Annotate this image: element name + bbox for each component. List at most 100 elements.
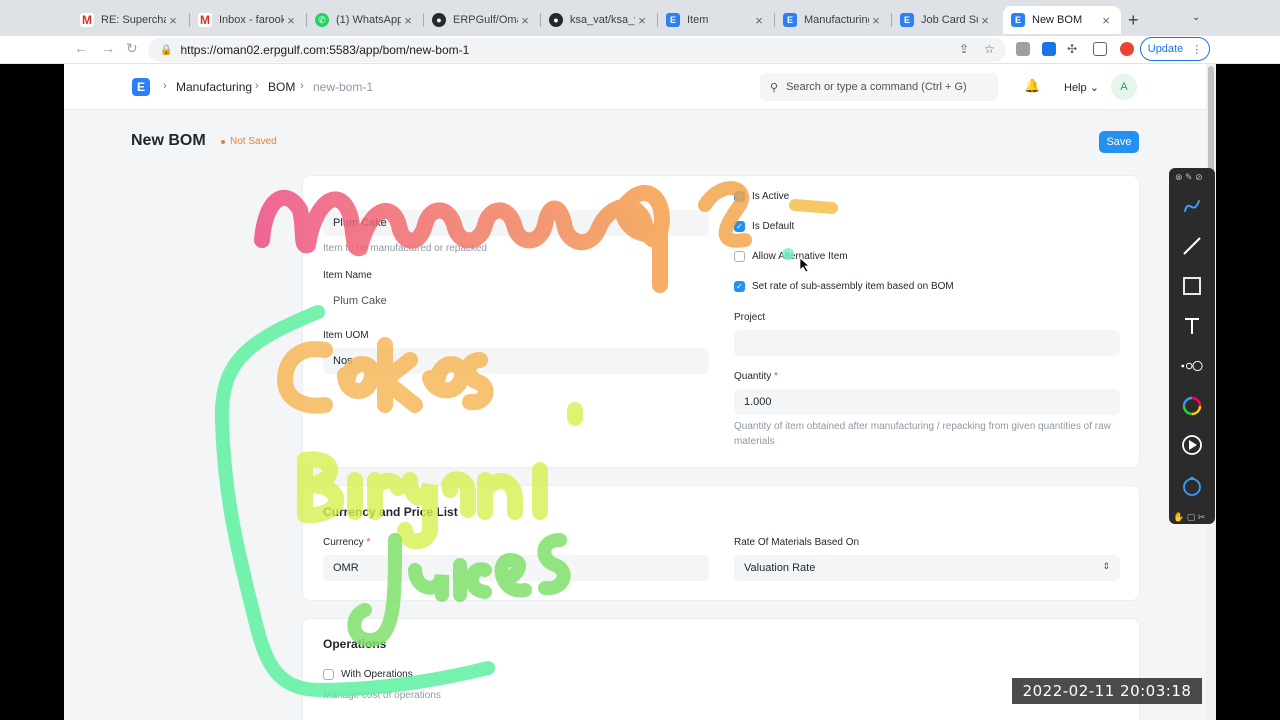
browser-tab-active[interactable]: E New BOM × xyxy=(1003,6,1121,34)
pen-tool-icon[interactable] xyxy=(1180,194,1204,218)
puzzle-icon[interactable]: ✣ xyxy=(1067,42,1077,56)
close-icon[interactable]: × xyxy=(635,13,649,28)
is-active-checkbox[interactable]: ✓ Is Active xyxy=(734,191,789,202)
select-arrows-icon: ⇕ xyxy=(1102,561,1110,571)
currency-value: OMR xyxy=(333,562,359,574)
is-default-checkbox[interactable]: ✓ Is Default xyxy=(734,221,794,232)
breadcrumb-current: new-bom-1 xyxy=(313,80,374,94)
item-name-label: Item Name xyxy=(323,270,372,281)
avatar[interactable]: A xyxy=(1111,74,1137,100)
quantity-field[interactable]: 1.000 xyxy=(734,389,1120,415)
forward-icon[interactable]: → xyxy=(101,40,115,56)
with-operations-checkbox[interactable]: With Operations xyxy=(323,669,413,680)
project-field[interactable] xyxy=(734,330,1120,356)
operations-card: Operations With Operations Manage cost o… xyxy=(302,618,1140,720)
close-icon[interactable]: × xyxy=(978,13,992,28)
timer-icon[interactable] xyxy=(1180,474,1204,498)
browser-tab[interactable]: M Inbox - farook × xyxy=(190,6,306,34)
extension-icon[interactable] xyxy=(1016,42,1030,56)
browser-tab-strip: M RE: Superchar × M Inbox - farook × ✆ (… xyxy=(0,0,1280,36)
chevron-right-icon: › xyxy=(300,80,304,92)
new-tab-icon[interactable]: + xyxy=(1128,10,1139,31)
browser-tab[interactable]: ● ksa_vat/ksa_v × xyxy=(541,6,657,34)
logo-letter: E xyxy=(136,80,145,94)
whatsapp-icon: ✆ xyxy=(315,13,329,27)
tab-title: RE: Superchar xyxy=(101,14,166,26)
set-rate-checkbox[interactable]: ✓ Set rate of sub-assembly item based on … xyxy=(734,281,954,292)
status-badge: Not Saved xyxy=(221,136,277,147)
address-bar[interactable]: 🔒 https://oman02.erpgulf.com:5583/app/bo… xyxy=(148,38,1006,62)
check-icon: ✓ xyxy=(734,221,745,232)
currency-label: Currency * xyxy=(323,537,371,548)
text-tool-icon[interactable] xyxy=(1180,314,1204,338)
close-icon[interactable]: × xyxy=(1099,13,1113,28)
is-default-label: Is Default xyxy=(752,221,795,232)
browser-tab[interactable]: ● ERPGulf/Omar × xyxy=(424,6,540,34)
currency-field[interactable]: OMR xyxy=(323,555,709,581)
back-icon[interactable]: ← xyxy=(74,40,88,56)
video-letterbox-right xyxy=(1216,64,1280,720)
bom-details-card: Plum Cake Item to be manufactured or rep… xyxy=(302,175,1140,468)
item-field[interactable]: Plum Cake xyxy=(323,210,709,236)
item-help: Item to be manufactured or repacked xyxy=(323,243,487,254)
gmail-icon: M xyxy=(198,13,212,27)
chevron-down-icon: ⌄ xyxy=(1089,82,1099,94)
browser-tab[interactable]: E Item × xyxy=(658,6,774,34)
quantity-label: Quantity * xyxy=(734,371,778,382)
breadcrumb-bom[interactable]: BOM xyxy=(268,80,295,94)
currency-section-title: Currency and Price List xyxy=(323,505,458,519)
item-uom-label: Item UOM xyxy=(323,330,369,341)
checkbox-box xyxy=(323,669,334,680)
browser-tab[interactable]: M RE: Superchar × xyxy=(72,6,188,34)
bell-icon[interactable]: 🔔 xyxy=(1024,78,1040,94)
lock-icon: 🔒 xyxy=(160,44,173,56)
close-icon[interactable]: × xyxy=(401,13,415,28)
close-icon[interactable]: × xyxy=(166,13,180,28)
play-icon[interactable] xyxy=(1180,433,1204,457)
close-icon[interactable]: × xyxy=(752,13,766,28)
bookmark-star-icon[interactable]: ☆ xyxy=(984,42,995,56)
update-button[interactable]: Update ⋮ xyxy=(1140,37,1210,61)
stroke-size-icon[interactable] xyxy=(1180,354,1204,378)
tab-title: New BOM xyxy=(1032,14,1083,26)
video-timestamp: 2022-02-11 20:03:18 xyxy=(1012,678,1202,704)
check-icon: ✓ xyxy=(734,281,745,292)
close-icon[interactable]: ⊗ ✎ ⊘ xyxy=(1175,172,1203,183)
item-uom-value: Nos xyxy=(333,355,353,367)
profile-icon[interactable] xyxy=(1120,42,1134,56)
tab-title: ksa_vat/ksa_v xyxy=(570,14,635,26)
chevron-down-icon[interactable]: ⌄ xyxy=(1192,12,1200,23)
allow-alternative-checkbox[interactable]: Allow Alternative Item xyxy=(734,251,848,262)
avatar-letter: A xyxy=(1120,81,1128,93)
color-picker-icon[interactable] xyxy=(1180,394,1204,418)
rate-based-select[interactable]: Valuation Rate ⇕ xyxy=(734,555,1120,581)
video-letterbox-left xyxy=(0,64,64,720)
browser-tab[interactable]: ✆ (1) WhatsApp × xyxy=(307,6,423,34)
rectangle-tool-icon[interactable] xyxy=(1180,274,1204,298)
browser-tab[interactable]: E Job Card Sum × xyxy=(892,6,1000,34)
close-icon[interactable]: × xyxy=(284,13,298,28)
line-tool-icon[interactable] xyxy=(1180,234,1204,258)
erpnext-icon: E xyxy=(900,13,914,27)
close-icon[interactable]: × xyxy=(869,13,883,28)
app-logo[interactable]: E xyxy=(132,78,150,96)
erpnext-icon: E xyxy=(666,13,680,27)
reload-icon[interactable]: ↻ xyxy=(126,40,138,57)
breadcrumb-manufacturing[interactable]: Manufacturing xyxy=(176,80,252,94)
sidebar-icon[interactable] xyxy=(1093,42,1107,56)
hand-icon[interactable]: ✋ ▢ ✂ xyxy=(1173,512,1205,523)
extension-icon[interactable] xyxy=(1042,42,1056,56)
annotation-toolbar: ⊗ ✎ ⊘ ✋ ▢ ✂ xyxy=(1169,168,1215,524)
search-placeholder: Search or type a command (Ctrl + G) xyxy=(786,81,967,93)
item-uom-field[interactable]: Nos xyxy=(323,348,709,374)
quantity-label-text: Quantity xyxy=(734,371,772,382)
more-vert-icon[interactable]: ⋮ xyxy=(1191,43,1202,56)
share-icon[interactable]: ⇪ xyxy=(959,42,969,56)
operations-help: Manage cost of operations xyxy=(323,690,441,701)
quantity-help: Quantity of item obtained after manufact… xyxy=(734,421,1111,447)
search-input[interactable]: ⚲ Search or type a command (Ctrl + G) xyxy=(760,73,998,101)
help-menu[interactable]: Help ⌄ xyxy=(1064,81,1099,94)
browser-tab[interactable]: E Manufacturing × xyxy=(775,6,891,34)
save-button[interactable]: Save xyxy=(1099,131,1139,153)
close-icon[interactable]: × xyxy=(518,13,532,28)
